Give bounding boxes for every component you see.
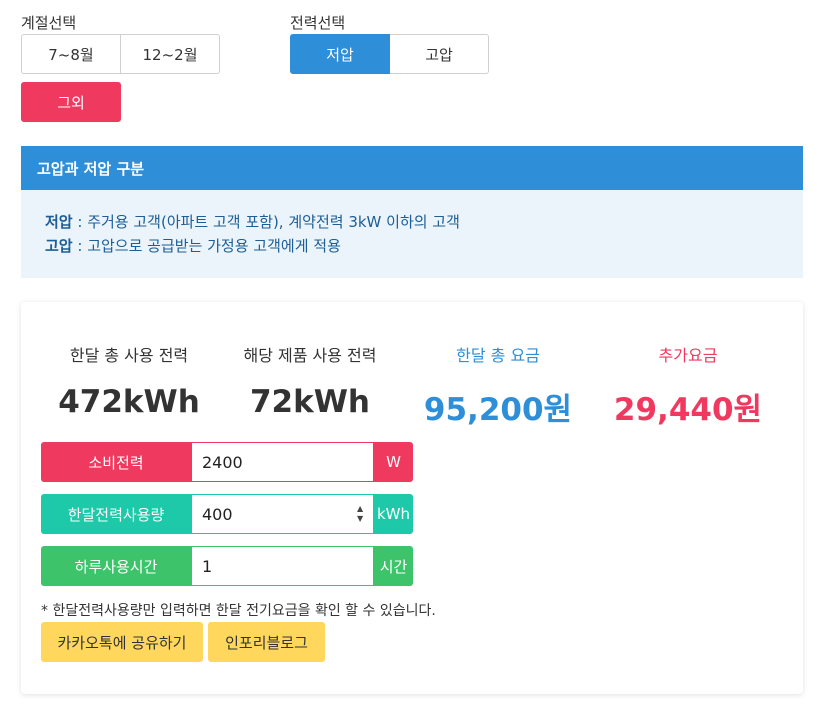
power-option-low[interactable]: 저압 xyxy=(290,34,390,74)
consumption-input[interactable]: 2400 xyxy=(191,442,374,482)
spinner-arrows-icon[interactable]: ▲ ▼ xyxy=(357,505,369,523)
info-low-desc: : 주거용 고객(아파트 고객 포함), 계약전력 3kW 이하의 고객 xyxy=(72,213,460,231)
info-high-term: 고압 xyxy=(45,237,73,255)
stat-extra-fee-value: 29,440원 xyxy=(613,392,763,428)
daily-hours-label: 하루사용시간 xyxy=(41,546,191,586)
season-option-other-button[interactable]: 그외 xyxy=(21,82,121,122)
daily-hours-input[interactable]: 1 xyxy=(191,546,374,586)
daily-hours-unit: 시간 xyxy=(374,546,413,586)
consumption-label: 소비전력 xyxy=(41,442,191,482)
power-label: 전력선택 xyxy=(290,14,346,32)
monthly-power-label: 한달전력사용량 xyxy=(41,494,191,534)
monthly-power-unit: kWh xyxy=(374,494,413,534)
info-panel-title: 고압과 저압 구분 xyxy=(21,146,803,190)
monthly-power-input-group: 한달전력사용량 400 ▲ ▼ kWh xyxy=(41,494,413,534)
stat-product-usage-label: 해당 제품 사용 전력 xyxy=(243,346,377,365)
calculator-card: 한달 총 사용 전력 472kWh 해당 제품 사용 전력 72kWh 한달 총… xyxy=(21,302,803,694)
stat-monthly-usage: 한달 총 사용 전력 472kWh xyxy=(34,342,224,420)
stat-monthly-fee-label: 한달 총 요금 xyxy=(456,346,540,365)
spinner-down-icon[interactable]: ▼ xyxy=(357,515,369,523)
season-button-group: 7~8월 12~2월 xyxy=(21,34,220,74)
season-option-summer[interactable]: 7~8월 xyxy=(21,34,121,74)
stat-extra-fee: 추가요금 29,440원 xyxy=(593,342,783,429)
season-option-winter[interactable]: 12~2월 xyxy=(121,34,220,74)
info-high-desc: : 고압으로 공급받는 가정용 고객에게 적용 xyxy=(72,237,341,255)
stat-extra-fee-label: 추가요금 xyxy=(658,346,718,365)
stat-monthly-usage-label: 한달 총 사용 전력 xyxy=(69,346,189,365)
season-label: 계절선택 xyxy=(21,14,77,32)
kakao-share-button[interactable]: 카카오톡에 공유하기 xyxy=(41,622,203,662)
stat-monthly-fee: 한달 총 요금 95,200원 xyxy=(403,342,593,429)
power-option-high[interactable]: 고압 xyxy=(390,34,489,74)
info-high-line: 고압 : 고압으로 공급받는 가정용 고객에게 적용 xyxy=(45,234,803,258)
usage-note: * 한달전력사용량만 입력하면 한달 전기요금을 확인 할 수 있습니다. xyxy=(41,603,436,619)
info-low-term: 저압 xyxy=(45,213,73,231)
stat-monthly-usage-value: 472kWh xyxy=(58,384,200,420)
stat-monthly-fee-value: 95,200원 xyxy=(423,392,573,428)
daily-hours-input-group: 하루사용시간 1 시간 xyxy=(41,546,413,586)
stat-product-usage: 해당 제품 사용 전력 72kWh xyxy=(215,342,405,420)
stat-product-usage-value: 72kWh xyxy=(249,384,371,420)
info-panel-body: 저압 : 주거용 고객(아파트 고객 포함), 계약전력 3kW 이하의 고객 … xyxy=(21,190,803,278)
infori-blog-button[interactable]: 인포리블로그 xyxy=(208,622,325,662)
monthly-power-input[interactable]: 400 ▲ ▼ xyxy=(191,494,374,534)
spinner-up-icon[interactable]: ▲ xyxy=(357,505,369,513)
info-low-line: 저압 : 주거용 고객(아파트 고객 포함), 계약전력 3kW 이하의 고객 xyxy=(45,210,803,234)
consumption-input-group: 소비전력 2400 W xyxy=(41,442,413,482)
consumption-unit: W xyxy=(374,442,413,482)
power-button-group: 저압 고압 xyxy=(290,34,489,74)
monthly-power-value: 400 xyxy=(202,504,233,524)
